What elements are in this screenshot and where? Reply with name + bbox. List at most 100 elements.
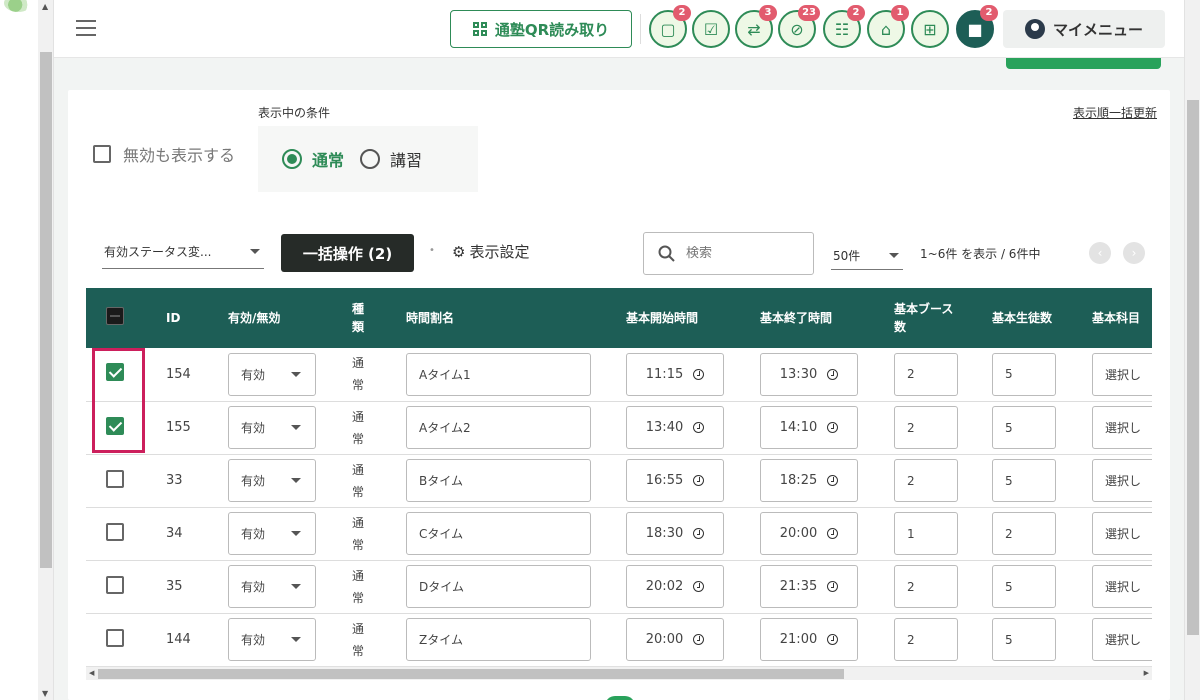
students-input[interactable]: 5 — [992, 565, 1056, 608]
students-input[interactable]: 5 — [992, 352, 1056, 396]
green-action-button[interactable] — [1006, 58, 1161, 69]
start-time-input[interactable]: 11:15 — [626, 352, 724, 396]
active-select[interactable]: 有効 — [228, 512, 316, 555]
no-entry-button[interactable]: ⊘ 23 — [778, 5, 820, 48]
active-select[interactable]: 有効 — [228, 406, 316, 449]
subject-select[interactable]: 選択し — [1092, 512, 1152, 555]
end-time-input[interactable]: 18:25 — [760, 459, 858, 502]
qr-scan-button[interactable]: 通塾QR読み取り — [450, 10, 632, 48]
scroll-down-arrow-icon[interactable]: ▼ — [42, 689, 48, 698]
prev-page-button[interactable]: ‹ — [1089, 242, 1111, 264]
page-scrollbar[interactable] — [1184, 0, 1200, 700]
bottom-green-button[interactable] — [605, 696, 635, 700]
end-time-input[interactable]: 21:00 — [760, 618, 858, 661]
subject-select[interactable]: 選択し — [1092, 618, 1152, 661]
booths-input[interactable]: 1 — [894, 512, 958, 555]
row-checkbox[interactable] — [106, 363, 124, 382]
table-horizontal-scrollbar[interactable]: ◀ ▶ — [86, 666, 1152, 680]
booths-input[interactable]: 2 — [894, 565, 958, 608]
subject-select[interactable]: 選択し — [1092, 459, 1152, 502]
row-checkbox[interactable] — [106, 522, 124, 541]
clock-icon[interactable] — [827, 634, 839, 645]
booths-input[interactable]: 2 — [894, 352, 958, 396]
start-time-input[interactable]: 20:00 — [626, 618, 724, 661]
subject-select[interactable]: 選択し — [1092, 352, 1152, 396]
gift-button[interactable]: ⊞ — [911, 10, 949, 48]
clock-icon[interactable] — [827, 368, 839, 380]
start-time-input[interactable]: 18:30 — [626, 512, 724, 555]
clock-icon[interactable] — [693, 581, 705, 592]
active-select[interactable]: 有効 — [228, 618, 316, 661]
booths-input[interactable]: 2 — [894, 618, 958, 661]
start-time-input[interactable]: 20:02 — [626, 565, 724, 608]
select-all-checkbox[interactable] — [106, 306, 124, 325]
radio-unselected-icon[interactable] — [360, 149, 381, 169]
status-change-select[interactable]: 有効ステータス変... — [102, 235, 264, 269]
scrollbar-thumb[interactable] — [1187, 100, 1199, 635]
clock-icon[interactable] — [693, 368, 705, 380]
message-button[interactable]: ▢ 2 — [649, 5, 691, 48]
clock-icon[interactable] — [827, 581, 839, 592]
row-checkbox[interactable] — [106, 575, 124, 594]
end-time-input[interactable]: 21:35 — [760, 565, 858, 608]
sort-update-link[interactable]: 表示順一括更新 — [1073, 104, 1157, 121]
students-input[interactable]: 5 — [992, 618, 1056, 661]
students-input[interactable]: 5 — [992, 406, 1056, 449]
booths-input[interactable]: 2 — [894, 406, 958, 449]
display-settings-button[interactable]: ⚙ 表示設定 — [452, 241, 529, 262]
transfer-button[interactable]: ⇄ 3 — [735, 5, 777, 48]
active-select[interactable]: 有効 — [228, 565, 316, 608]
timetable-name-input[interactable]: Aタイム1 — [406, 352, 591, 396]
checkbox-icon[interactable] — [93, 145, 111, 163]
subject-select[interactable]: 選択し — [1092, 406, 1152, 449]
checklist-button[interactable]: ☑ — [692, 10, 730, 48]
bank-button[interactable]: ⌂ 1 — [867, 5, 909, 48]
page-size-select[interactable]: 50件 — [831, 242, 903, 270]
start-time-input[interactable]: 16:55 — [626, 459, 724, 502]
end-time-input[interactable]: 14:10 — [760, 406, 858, 449]
timetable-name-input[interactable]: Cタイム — [406, 512, 591, 555]
clock-icon[interactable] — [827, 422, 839, 433]
students-input[interactable]: 5 — [992, 459, 1056, 502]
scrollbar-thumb[interactable] — [98, 669, 844, 679]
show-invalid-checkbox[interactable]: 無効も表示する — [93, 142, 235, 166]
timetable-name-input[interactable]: Dタイム — [406, 565, 591, 608]
radio-course[interactable]: 講習 — [360, 147, 422, 171]
my-menu-button[interactable]: マイメニュー — [1003, 10, 1165, 48]
clock-icon[interactable] — [693, 528, 705, 539]
timetable-name-input[interactable]: Zタイム — [406, 618, 591, 661]
clock-icon[interactable] — [827, 528, 839, 539]
cell-id: 144 — [166, 632, 191, 647]
scrollbar-thumb[interactable] — [40, 52, 52, 568]
row-checkbox[interactable] — [106, 469, 124, 488]
clock-icon[interactable] — [693, 422, 705, 433]
booths-input[interactable]: 2 — [894, 459, 958, 502]
scroll-left-arrow-icon[interactable]: ◀ — [89, 669, 94, 677]
next-page-button[interactable]: › — [1123, 242, 1145, 264]
group-button[interactable]: ☷ 2 — [823, 5, 865, 48]
search-input[interactable] — [686, 246, 796, 261]
scroll-up-arrow-icon[interactable]: ▲ — [42, 2, 48, 11]
scroll-right-arrow-icon[interactable]: ▶ — [1144, 669, 1149, 677]
students-input[interactable]: 2 — [992, 512, 1056, 555]
end-time-input[interactable]: 20:00 — [760, 512, 858, 555]
start-time-input[interactable]: 13:40 — [626, 406, 724, 449]
clock-icon[interactable] — [827, 475, 839, 486]
row-checkbox[interactable] — [106, 416, 124, 435]
active-select[interactable]: 有効 — [228, 459, 316, 502]
end-time-input[interactable]: 13:30 — [760, 352, 858, 396]
search-field[interactable] — [643, 232, 814, 275]
bulk-action-button[interactable]: 一括操作 (2) — [281, 234, 414, 272]
clock-icon[interactable] — [693, 475, 705, 486]
radio-selected-icon[interactable] — [282, 149, 302, 169]
radio-normal[interactable]: 通常 — [282, 147, 344, 171]
subject-select[interactable]: 選択し — [1092, 565, 1152, 608]
chat-button[interactable]: ■ 2 — [956, 5, 998, 48]
active-select[interactable]: 有効 — [228, 352, 316, 396]
timetable-name-input[interactable]: Aタイム2 — [406, 406, 591, 449]
sidebar-scrollbar[interactable]: ▲ ▼ — [38, 0, 54, 700]
clock-icon[interactable] — [693, 634, 705, 645]
row-checkbox[interactable] — [106, 628, 124, 647]
timetable-name-input[interactable]: Bタイム — [406, 459, 591, 502]
hamburger-menu-icon[interactable] — [76, 20, 96, 36]
